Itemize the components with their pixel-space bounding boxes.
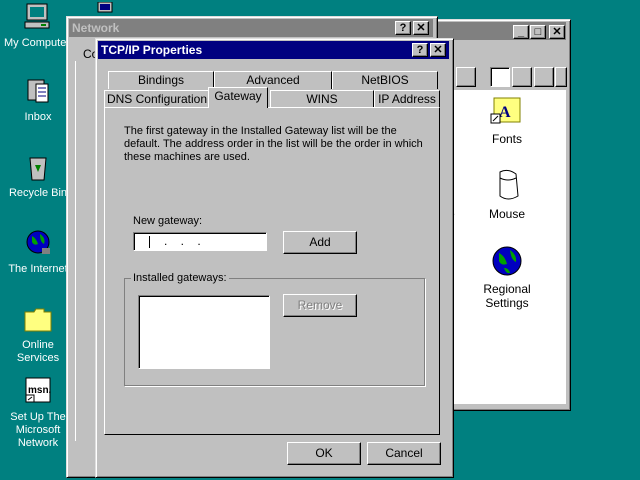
- ok-button[interactable]: OK: [287, 442, 361, 465]
- network-titlebar[interactable]: Network: [69, 19, 433, 37]
- my-computer-icon: [24, 3, 50, 29]
- msn-icon: msn.: [25, 377, 52, 403]
- tcpip-title: TCP/IP Properties: [101, 43, 203, 57]
- network-help-button[interactable]: ?: [395, 21, 411, 35]
- tcpip-dialog: TCP/IP Properties ? ✕ Bindings Advanced …: [95, 38, 454, 478]
- installed-gateways-list[interactable]: [138, 295, 270, 369]
- ip-dots: . . .: [164, 234, 201, 248]
- gateway-tab-panel: The first gateway in the Installed Gatew…: [104, 107, 440, 435]
- desktop-icon-label: Recycle Bin: [8, 187, 68, 199]
- regional-settings-globe-icon[interactable]: [490, 244, 524, 278]
- svg-text:msn.: msn.: [28, 385, 52, 396]
- svg-text:A: A: [499, 104, 511, 121]
- desktop-icon-label: The Internet: [8, 263, 68, 275]
- desktop-icon-the-internet[interactable]: The Internet: [3, 228, 73, 276]
- tab-dns-configuration[interactable]: DNS Configuration: [104, 90, 210, 108]
- network-window-icon-fragment: [96, 1, 124, 15]
- installed-gateways-label: Installed gateways:: [131, 272, 229, 284]
- network-title: Network: [72, 21, 120, 35]
- tab-netbios[interactable]: NetBIOS: [332, 71, 438, 89]
- desktop-icon-online-services[interactable]: Online Services: [3, 304, 73, 365]
- fonts-folder-icon[interactable]: A: [490, 94, 524, 126]
- tcpip-help-button[interactable]: ?: [412, 43, 428, 57]
- list-view-icon[interactable]: [534, 67, 554, 87]
- new-gateway-label: New gateway:: [133, 215, 202, 227]
- network-panel-edge: [75, 61, 96, 441]
- gateway-description: The first gateway in the Installed Gatew…: [124, 125, 423, 163]
- desktop-icon-label: Set Up The Microsoft Network: [10, 411, 66, 449]
- close-button[interactable]: ✕: [549, 25, 565, 39]
- fonts-label: Fonts: [491, 132, 522, 146]
- desktop-icon-label: My Computer: [3, 37, 71, 49]
- tab-wins-configuration[interactable]: WINS Configuration: [270, 90, 374, 122]
- small-icons-view-icon[interactable]: [512, 67, 532, 87]
- new-gateway-ip-input[interactable]: . . .: [133, 232, 267, 251]
- folder-icon: [24, 308, 52, 332]
- desktop-icon-recycle-bin[interactable]: Recycle Bin: [3, 152, 73, 200]
- desktop-icon-label: Online Services: [16, 339, 60, 364]
- internet-globe-icon: [26, 230, 50, 254]
- cancel-button[interactable]: Cancel: [367, 442, 441, 465]
- inbox-icon: [27, 79, 49, 103]
- desktop-icon-label: Inbox: [24, 111, 52, 123]
- properties-toolbar-icon[interactable]: [456, 67, 476, 87]
- add-button[interactable]: Add: [283, 231, 357, 254]
- tcpip-titlebar[interactable]: TCP/IP Properties: [98, 41, 449, 59]
- maximize-button[interactable]: □: [530, 25, 546, 39]
- recycle-bin-icon: [29, 157, 47, 181]
- desktop-icon-my-computer[interactable]: My Computer: [2, 2, 72, 50]
- mouse-icon[interactable]: [492, 168, 524, 202]
- tab-gateway[interactable]: Gateway: [208, 87, 268, 108]
- desktop-icon-inbox[interactable]: Inbox: [3, 76, 73, 124]
- large-icons-view-icon[interactable]: [490, 67, 510, 87]
- mouse-label: Mouse: [488, 207, 526, 221]
- tcpip-close-button[interactable]: ✕: [430, 43, 446, 57]
- text-cursor: [149, 236, 150, 248]
- minimize-button[interactable]: _: [513, 25, 529, 39]
- details-view-icon[interactable]: [555, 67, 567, 87]
- tab-bindings[interactable]: Bindings: [108, 71, 214, 89]
- network-computer-icon: [97, 1, 113, 13]
- regional-settings-label: Regional Settings: [483, 282, 531, 310]
- network-close-button[interactable]: ✕: [413, 21, 429, 35]
- tab-ip-address[interactable]: IP Address: [374, 90, 440, 108]
- desktop-icon-msn-setup[interactable]: msn. Set Up The Microsoft Network: [3, 376, 73, 450]
- remove-button[interactable]: Remove: [283, 294, 357, 317]
- new-gateway-label-text: New gateway:: [133, 215, 203, 227]
